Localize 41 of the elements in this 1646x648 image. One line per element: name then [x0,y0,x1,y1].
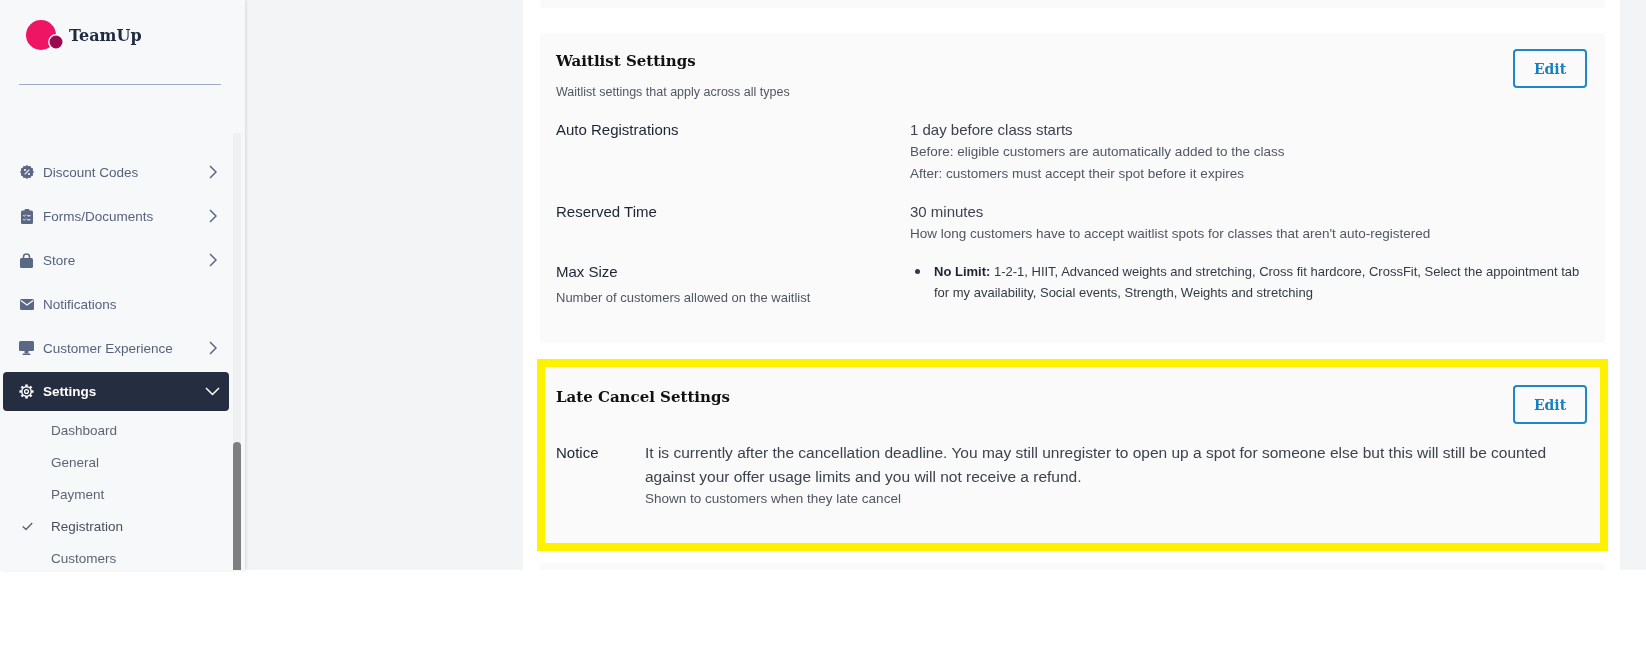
setting-detail: Shown to customers when they late cancel [645,490,902,508]
scrollbar[interactable] [233,133,241,570]
submenu-item[interactable]: Customers [3,546,229,570]
sidebar-item[interactable]: Store [3,238,229,282]
monitor-icon [19,341,34,355]
list-item-text: No Limit: 1-2-1, HIIT, Advanced weights and stretching, Cross fit hardcore, CrossFit, Select the appointment tab for my availability, Social events, Strength, Weights and stretching [934,263,1581,302]
bullet-icon [915,269,920,274]
edit-button[interactable]: Edit [1513,385,1587,424]
edit-button[interactable]: Edit [1513,49,1587,88]
setting-value: 1 day before class starts [910,120,1074,140]
envelope-icon [19,298,34,310]
sidebar-item[interactable]: Forms/Documents [3,194,229,238]
setting-label: Reserved Time [556,202,658,222]
sidebar-item[interactable]: Notifications [3,282,229,326]
settings-icon [19,384,34,399]
sidebar-item[interactable]: Settings [3,372,229,411]
submenu-item[interactable]: General [3,450,229,474]
logo-icon [26,20,64,50]
section-title: Waitlist Settings [556,51,697,72]
submenu-item[interactable]: Dashboard [3,418,229,442]
checkmark-icon [22,521,33,531]
scrollbar-thumb[interactable] [233,442,241,570]
logo-text: TeamUp [69,25,142,45]
setting-value: It is currently after the cancellation deadline. You may still unregister to open up a spot for someone else but this will still be counted against your offer usage limits and you will not receive a refund. [645,443,1548,487]
setting-label: Max Size [556,262,619,282]
clipboard-icon [20,208,33,224]
sidebar-item[interactable]: Customer Experience [3,326,229,370]
setting-label: Auto Registrations [556,120,680,140]
setting-detail: Before: eligible customers are automatically added to the class [910,143,1286,161]
section-title: Late Cancel Settings [556,387,730,408]
sidebar-item[interactable]: Discount Codes [3,150,229,194]
section-subtitle: Waitlist settings that apply across all types [556,84,790,101]
submenu-item[interactable]: Payment [3,482,229,506]
setting-detail: How long customers have to accept waitlist spots for classes that aren't auto-registered [910,225,1432,243]
setting-description: Number of customers allowed on the waitlist [556,289,812,307]
setting-detail: After: customers must accept their spot before it expires [910,165,1245,183]
setting-label: Notice [556,443,600,463]
shopping-bag-icon [20,252,33,268]
percent-badge-icon [19,165,34,179]
submenu-item[interactable]: Registration [3,514,229,538]
setting-value: 30 minutes [910,202,985,222]
